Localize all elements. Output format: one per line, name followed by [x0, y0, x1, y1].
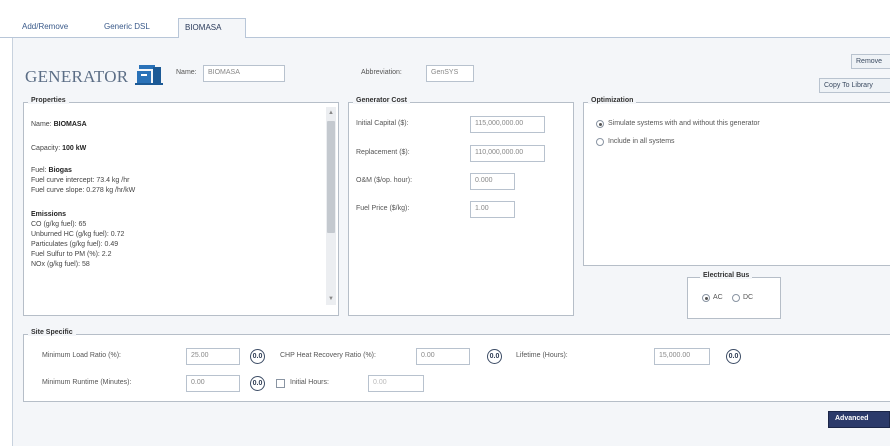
fuel-price-field[interactable]: 1.00: [470, 201, 515, 218]
min-load-ratio-label: Minimum Load Ratio (%):: [42, 352, 121, 359]
prop-fuel-intercept: Fuel curve intercept: 73.4 kg /hr: [31, 177, 130, 184]
properties-box: Properties Name: BIOMASA Capacity: 100 k…: [23, 97, 339, 316]
generator-cost-legend: Generator Cost: [353, 97, 410, 104]
properties-legend: Properties: [28, 97, 69, 104]
prop-fuel-slope: Fuel curve slope: 0.278 kg /hr/kW: [31, 187, 136, 194]
lifetime-label: Lifetime (Hours):: [516, 352, 568, 359]
page-title: GENERATOR: [25, 67, 129, 86]
min-runtime-label: Minimum Runtime (Minutes):: [42, 379, 132, 386]
prop-emission-hc: Unburned HC (g/kg fuel): 0.72: [31, 231, 125, 238]
initial-hours-field[interactable]: 0.00: [368, 375, 424, 392]
chp-ratio-field[interactable]: 0.00: [416, 348, 470, 365]
fuel-price-label: Fuel Price ($/kg):: [356, 205, 410, 212]
advanced-button[interactable]: Advanced: [828, 411, 890, 428]
bus-ac-radio[interactable]: [702, 294, 710, 302]
unit-icon[interactable]: 0.0: [250, 376, 265, 391]
prop-emissions-heading: Emissions: [31, 211, 67, 218]
lifetime-field[interactable]: 15,000.00: [654, 348, 710, 365]
electrical-bus-legend: Electrical Bus: [700, 272, 753, 279]
prop-emission-sulfur: Fuel Sulfur to PM (%): 2.2: [31, 251, 112, 258]
unit-icon[interactable]: 0.0: [487, 349, 502, 364]
remove-button[interactable]: Remove: [851, 54, 890, 69]
tab-bar: Add/Remove Generic DSL BIOMASA: [0, 0, 890, 39]
om-label: O&M ($/op. hour):: [356, 177, 413, 184]
bus-ac-label[interactable]: AC: [713, 294, 723, 301]
site-specific-box: Site Specific Minimum Load Ratio (%): 25…: [23, 329, 890, 402]
abbreviation-label: Abbreviation:: [361, 69, 402, 76]
scroll-thumb[interactable]: [327, 121, 335, 233]
properties-scrollbar[interactable]: ▲ ▼: [326, 107, 336, 305]
scroll-up-icon[interactable]: ▲: [327, 109, 335, 117]
tab-generic-dsl[interactable]: Generic DSL: [104, 22, 150, 31]
generator-icon: [135, 65, 163, 85]
min-load-ratio-field[interactable]: 25.00: [186, 348, 240, 365]
generator-panel: GENERATOR Name: BIOMASA Abbreviation: Ge…: [12, 38, 890, 446]
copy-to-library-button[interactable]: Copy To Library: [819, 78, 890, 93]
om-field[interactable]: 0.000: [470, 173, 515, 190]
electrical-bus-box: Electrical Bus AC DC: [687, 272, 781, 319]
tab-biomasa[interactable]: BIOMASA: [178, 18, 246, 39]
scroll-down-icon[interactable]: ▼: [327, 295, 335, 303]
unit-icon[interactable]: 0.0: [250, 349, 265, 364]
tab-add-remove[interactable]: Add/Remove: [22, 22, 68, 31]
chp-ratio-label: CHP Heat Recovery Ratio (%):: [280, 352, 376, 359]
initial-hours-checkbox[interactable]: [276, 379, 285, 388]
initial-capital-label: Initial Capital ($):: [356, 120, 409, 127]
include-all-radio[interactable]: [596, 138, 604, 146]
bus-dc-radio[interactable]: [732, 294, 740, 302]
prop-capacity: Capacity: 100 kW: [31, 145, 87, 152]
prop-emission-nox: NOx (g/kg fuel): 58: [31, 261, 90, 268]
prop-fuel: Fuel: Biogas: [31, 167, 72, 174]
simulate-with-without-radio[interactable]: [596, 120, 604, 128]
prop-emission-co: CO (g/kg fuel): 65: [31, 221, 87, 228]
simulate-with-without-label[interactable]: Simulate systems with and without this g…: [608, 120, 760, 127]
generator-cost-box: Generator Cost Initial Capital ($): 115,…: [348, 97, 574, 316]
optimization-legend: Optimization: [588, 97, 637, 104]
min-runtime-field[interactable]: 0.00: [186, 375, 240, 392]
name-label: Name:: [176, 69, 197, 76]
replacement-field[interactable]: 110,000,000.00: [470, 145, 545, 162]
abbreviation-field[interactable]: GenSYS: [426, 65, 474, 82]
optimization-box: Optimization Simulate systems with and w…: [583, 97, 890, 266]
include-all-label[interactable]: Include in all systems: [608, 138, 675, 145]
prop-emission-particulates: Particulates (g/kg fuel): 0.49: [31, 241, 119, 248]
replacement-label: Replacement ($):: [356, 149, 410, 156]
site-specific-legend: Site Specific: [28, 329, 76, 336]
bus-dc-label[interactable]: DC: [743, 294, 753, 301]
initial-capital-field[interactable]: 115,000,000.00: [470, 116, 545, 133]
unit-icon[interactable]: 0.0: [726, 349, 741, 364]
prop-name: Name: BIOMASA: [31, 121, 87, 128]
name-field[interactable]: BIOMASA: [203, 65, 285, 82]
initial-hours-label[interactable]: Initial Hours:: [290, 379, 329, 386]
